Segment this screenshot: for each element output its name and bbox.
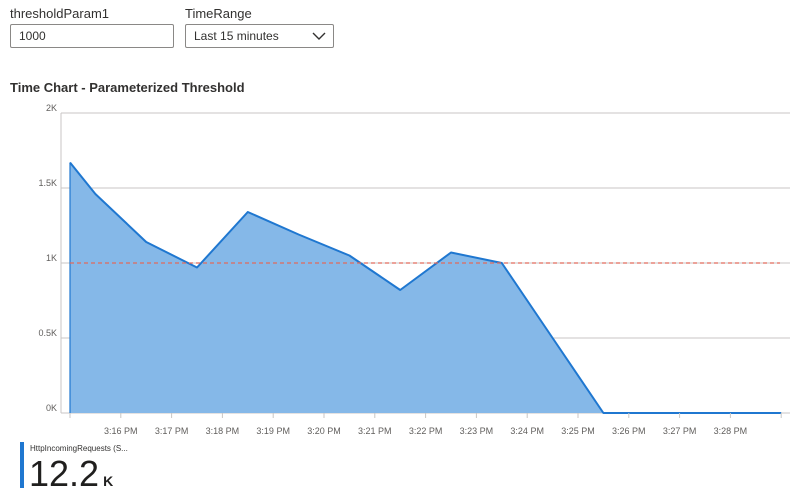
time-range-label: TimeRange [185,6,252,21]
time-chart: 0K 0.5K 1K 1.5K 2K 3:16 PM 3:17 PM 3:18 PM 3:19… [38,103,790,436]
x-tick-label: 3:25 PM [561,426,595,436]
x-tick-label: 3:26 PM [612,426,646,436]
x-tick-label: 3:16 PM [104,426,138,436]
y-tick-label: 0K [46,403,57,413]
x-axis: 3:16 PM 3:17 PM 3:18 PM 3:19 PM 3:20 PM 3:21 … [69,413,782,436]
y-axis: 0K 0.5K 1K 1.5K 2K [38,103,57,413]
chevron-down-icon [312,32,326,40]
x-tick-label: 3:18 PM [206,426,240,436]
legend-color-bar [20,442,24,488]
time-range-dropdown[interactable]: Last 15 minutes [185,24,334,48]
chart-title: Time Chart - Parameterized Threshold [10,80,245,95]
area-series [69,161,782,414]
legend-value: 12.2 [29,453,100,494]
y-tick-label: 1K [46,253,57,263]
y-tick-label: 1.5K [38,178,57,188]
x-tick-label: 3:21 PM [358,426,392,436]
series-area-fill [70,162,782,413]
x-tick-label: 3:22 PM [409,426,443,436]
threshold-param-input[interactable] [10,24,174,48]
legend-unit: K [103,473,114,489]
legend-total: 12.2 K [29,454,113,501]
threshold-param-label: thresholdParam1 [10,6,109,21]
x-tick-label: 3:24 PM [510,426,544,436]
x-tick-label: 3:23 PM [460,426,494,436]
y-tick-label: 0.5K [38,328,57,338]
x-tick-label: 3:17 PM [155,426,189,436]
workbook-page: thresholdParam1 TimeRange Last 15 minute… [0,0,800,502]
x-tick-label: 3:28 PM [714,426,748,436]
y-tick-label: 2K [46,103,57,113]
x-tick-label: 3:27 PM [663,426,697,436]
x-tick-label: 3:19 PM [256,426,290,436]
time-range-selected-value: Last 15 minutes [194,29,279,43]
legend-series-name: HttpIncomingRequests (S... [30,444,128,453]
x-tick-label: 3:20 PM [307,426,341,436]
